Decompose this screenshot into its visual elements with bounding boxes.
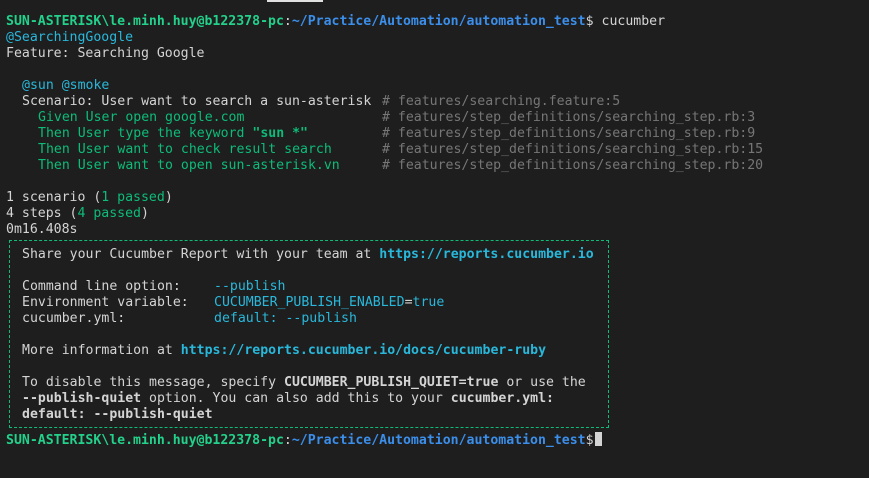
- step-text: Then User want to check result search: [38, 142, 332, 157]
- summary-scenarios: 1 scenario (1 passed): [6, 190, 869, 206]
- step-location: # features/step_definitions/searching_st…: [382, 158, 764, 173]
- disable-line-2: --publish-quiet option. You can also add…: [22, 391, 608, 407]
- summary-text: ): [141, 206, 149, 221]
- feature-tag: @SearchingGoogle: [6, 30, 134, 45]
- top-scroll-mark: [267, 0, 323, 2]
- step-text: Given User open google.com: [38, 110, 245, 125]
- disable-yml: cucumber.yml:: [450, 391, 554, 406]
- prompt-symbol: $: [585, 14, 594, 29]
- more-info-line: More information at https://reports.cucu…: [22, 343, 608, 359]
- summary-text: 4 steps (: [6, 206, 78, 221]
- summary-text: ): [164, 190, 173, 205]
- cli-option-line: Command line option: --publish: [22, 279, 608, 295]
- summary-text: 1 scenario (: [6, 190, 102, 205]
- yml-line: cucumber.yml: default: --publish: [22, 311, 608, 327]
- prompt-path: ~/Practice/Automation/automation_test: [291, 433, 586, 448]
- step-line: Then User type the keyword "sun *" # feat…: [6, 126, 869, 142]
- cucumber-report-box: Share your Cucumber Report with your tea…: [9, 240, 609, 428]
- prompt-line: SUN-ASTERISK\le.minh.huy@b122378-pc:~/Pr…: [6, 14, 869, 30]
- step-line: Given User open google.com # features/ste…: [6, 110, 869, 126]
- step-text: Then User want to open sun-asterisk.vn: [38, 158, 340, 173]
- text-cursor[interactable]: [594, 432, 602, 446]
- box-blank-line: [22, 327, 608, 343]
- disable-env: CUCUMBER_PUBLISH_QUIET=true: [284, 375, 499, 390]
- prompt-user-host: SUN-ASTERISK\le.minh.huy@b122378-pc: [6, 433, 284, 448]
- env-eq: =: [404, 295, 413, 310]
- prompt-path: ~/Practice/Automation/automation_test: [291, 14, 586, 29]
- terminal-window[interactable]: SUN-ASTERISK\le.minh.huy@b122378-pc:~/Pr…: [0, 0, 869, 478]
- step-keyword: "sun *": [252, 126, 308, 141]
- step-line: Then User want to check result search # f…: [6, 142, 869, 158]
- prompt-separator: :: [283, 433, 292, 448]
- step-location: # features/step_definitions/searching_st…: [382, 110, 756, 125]
- steps-passed: 4 passed: [77, 206, 141, 221]
- scenario-title: Scenario: User want to search a sun-aste…: [22, 94, 372, 109]
- step-location: # features/step_definitions/searching_st…: [382, 126, 756, 141]
- more-text: More information at: [22, 343, 181, 358]
- disable-flag: --publish-quiet: [22, 391, 142, 406]
- step-text-plain: Then User type the keyword: [38, 126, 253, 141]
- prompt-separator: :: [283, 14, 292, 29]
- cli-label: Command line option:: [22, 279, 181, 294]
- scenarios-passed: 1 passed: [101, 190, 165, 205]
- box-blank-line: [22, 359, 608, 375]
- cli-value: --publish: [214, 279, 286, 294]
- disable-line-1: To disable this message, specify CUCUMBE…: [22, 375, 608, 391]
- step-text: Then User type the keyword "sun *": [38, 126, 382, 142]
- prompt-symbol: $: [585, 433, 594, 448]
- prompt-command: cucumber: [593, 14, 666, 29]
- prompt-line-active[interactable]: SUN-ASTERISK\le.minh.huy@b122378-pc:~/Pr…: [6, 432, 869, 448]
- disable-text: option. You can also add this to your: [141, 391, 451, 406]
- disable-text: or use the: [498, 375, 586, 390]
- env-name: CUCUMBER_PUBLISH_ENABLED: [214, 295, 405, 310]
- env-label: Environment variable:: [22, 295, 189, 310]
- step-line: Then User want to open sun-asterisk.vn # …: [6, 158, 869, 174]
- share-text: Share your Cucumber Report with your tea…: [22, 247, 380, 262]
- env-var-line: Environment variable: CUCUMBER_PUBLISH_EN…: [22, 295, 608, 311]
- share-url-link[interactable]: https://reports.cucumber.io: [379, 247, 593, 262]
- scenario-line: Scenario: User want to search a sun-aste…: [6, 94, 869, 110]
- feature-title: Feature: Searching Google: [6, 46, 205, 61]
- step-location: # features/step_definitions/searching_st…: [382, 142, 764, 157]
- disable-text: To disable this message, specify: [22, 375, 285, 390]
- summary-steps: 4 steps (4 passed): [6, 206, 869, 222]
- prompt-user-host: SUN-ASTERISK\le.minh.huy@b122378-pc: [6, 14, 284, 29]
- scenario-tags: @sun @smoke: [22, 78, 110, 93]
- yml-value: default: --publish: [214, 311, 357, 326]
- disable-line-3: default: --publish-quiet: [22, 407, 213, 422]
- summary-duration: 0m16.408s: [6, 222, 78, 237]
- more-info-url-link[interactable]: https://reports.cucumber.io/docs/cucumbe…: [181, 343, 546, 358]
- box-blank-line: [22, 263, 608, 279]
- env-value: true: [412, 295, 445, 310]
- scenario-location: # features/searching.feature:5: [382, 94, 621, 109]
- yml-label: cucumber.yml:: [22, 311, 126, 326]
- share-line: Share your Cucumber Report with your tea…: [22, 247, 608, 263]
